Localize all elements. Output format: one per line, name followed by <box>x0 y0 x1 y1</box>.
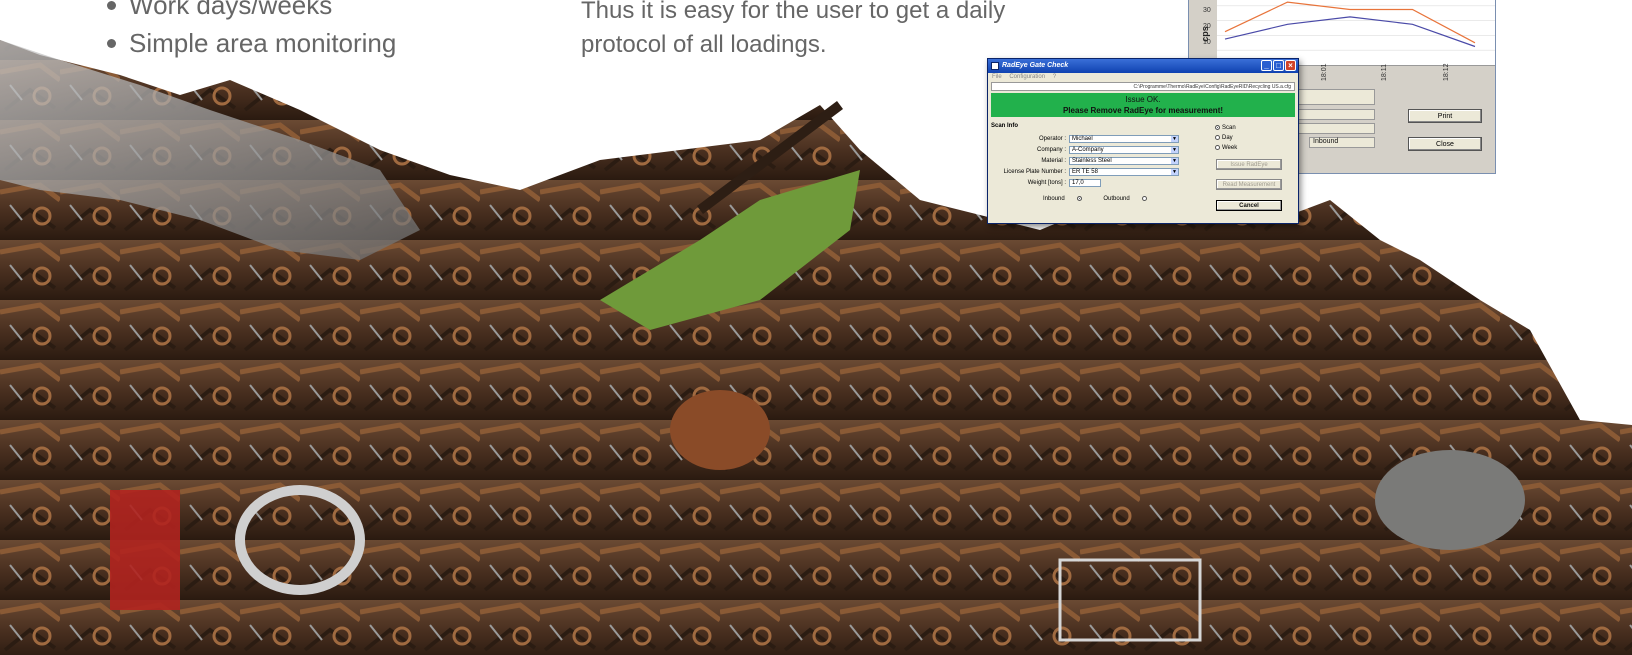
license-plate-value: ER TE 58 <box>1072 169 1098 175</box>
dialog-titlebar[interactable]: RadEye Gate Check _ □ × <box>988 59 1298 73</box>
company-select[interactable]: A-Company ▼ <box>1069 146 1179 154</box>
outbound-option[interactable]: Outbound <box>1103 196 1156 202</box>
outbound-radio[interactable] <box>1141 196 1147 201</box>
menu-item-help[interactable]: ? <box>1053 74 1056 80</box>
scan-info-heading: Scan Info <box>991 123 1019 129</box>
day-radio[interactable] <box>1215 134 1220 140</box>
weight-label: Weight [tons] : <box>1027 180 1066 186</box>
inbound-option[interactable]: Inbound <box>1043 196 1092 202</box>
menu-item-configuration[interactable]: Configuration <box>1009 74 1045 80</box>
company-value: A-Company <box>1072 147 1104 153</box>
chevron-down-icon[interactable]: ▼ <box>1171 136 1178 142</box>
company-row: Company : A-Company ▼ <box>991 146 1191 155</box>
scan-option[interactable]: Scan <box>1213 123 1237 133</box>
dialog-title: RadEye Gate Check <box>1002 62 1069 69</box>
chart-plot-area <box>1217 0 1495 66</box>
material-row: Material : Stainless Steel ▼ <box>991 157 1191 166</box>
day-label: Day <box>1222 135 1233 141</box>
print-button[interactable]: Print <box>1408 109 1482 123</box>
dialog-body: Scan Info Operator : Michael ▼ Company : … <box>991 123 1295 220</box>
chart-field-inbound: Inbound <box>1309 137 1375 148</box>
weight-row: Weight [tons] : 17,0 <box>991 179 1191 188</box>
line-chart <box>1217 1 1495 51</box>
x-tick-label: 18:12 <box>1443 63 1450 81</box>
direction-radio-group: Inbound Outbound <box>1043 196 1167 202</box>
y-tick-label: 10 <box>1203 39 1211 46</box>
inbound-radio[interactable] <box>1076 196 1082 201</box>
y-tick-label: 20 <box>1203 23 1211 30</box>
material-select[interactable]: Stainless Steel ▼ <box>1069 157 1179 165</box>
material-label: Material : <box>1041 158 1066 164</box>
week-radio[interactable] <box>1215 144 1220 150</box>
scan-radio[interactable] <box>1215 124 1220 130</box>
day-option[interactable]: Day <box>1213 133 1237 143</box>
y-tick-label: 30 <box>1203 7 1211 14</box>
maximize-icon[interactable]: □ <box>1273 60 1284 71</box>
week-label: Week <box>1222 145 1238 151</box>
close-button[interactable]: Close <box>1408 137 1482 151</box>
status-banner: Issue OK. Please Remove RadEye for measu… <box>991 93 1295 117</box>
cancel-button[interactable]: Cancel <box>1216 200 1282 211</box>
outbound-label: Outbound <box>1103 196 1130 203</box>
config-path-field: C:\Programme\Thermo\RadEye\Config\RadEye… <box>991 82 1295 91</box>
menu-item-file[interactable]: File <box>992 74 1002 80</box>
radeye-gate-check-dialog: RadEye Gate Check _ □ × File Configurati… <box>987 58 1299 224</box>
read-measurement-button[interactable]: Read Measurement <box>1216 179 1282 190</box>
week-option[interactable]: Week <box>1213 143 1237 153</box>
status-line: Issue OK. <box>1125 95 1161 104</box>
x-tick-label: 18:01 <box>1321 63 1328 81</box>
operator-row: Operator : Michael ▼ <box>991 135 1191 144</box>
app-icon <box>991 62 999 70</box>
chevron-down-icon[interactable]: ▼ <box>1171 158 1178 164</box>
operator-select[interactable]: Michael ▼ <box>1069 135 1179 143</box>
close-icon[interactable]: × <box>1285 60 1296 71</box>
license-plate-row: License Plate Number : ER TE 58 ▼ <box>991 168 1191 177</box>
weight-input[interactable]: 17,0 <box>1069 179 1101 187</box>
material-value: Stainless Steel <box>1072 158 1112 164</box>
period-radio-group: Scan Day Week <box>1213 123 1237 153</box>
operator-value: Michael <box>1072 136 1093 142</box>
x-tick-label: 18:11 <box>1381 64 1388 81</box>
inbound-label: Inbound <box>1043 196 1065 203</box>
status-line: Please Remove RadEye for measurement! <box>1062 106 1224 115</box>
license-plate-label: License Plate Number : <box>1003 169 1066 175</box>
menu-bar: File Configuration ? <box>988 73 1298 82</box>
series-line-1 <box>1224 16 1476 48</box>
license-plate-select[interactable]: ER TE 58 ▼ <box>1069 168 1179 176</box>
series-line-0 <box>1224 1 1476 44</box>
company-label: Company : <box>1036 147 1066 153</box>
issue-radeye-button[interactable]: Issue RadEye <box>1216 159 1282 170</box>
scan-label: Scan <box>1222 125 1236 131</box>
chevron-down-icon[interactable]: ▼ <box>1171 147 1178 153</box>
operator-label: Operator : <box>1038 136 1066 142</box>
chevron-down-icon[interactable]: ▼ <box>1171 169 1178 175</box>
minimize-icon[interactable]: _ <box>1261 60 1272 71</box>
